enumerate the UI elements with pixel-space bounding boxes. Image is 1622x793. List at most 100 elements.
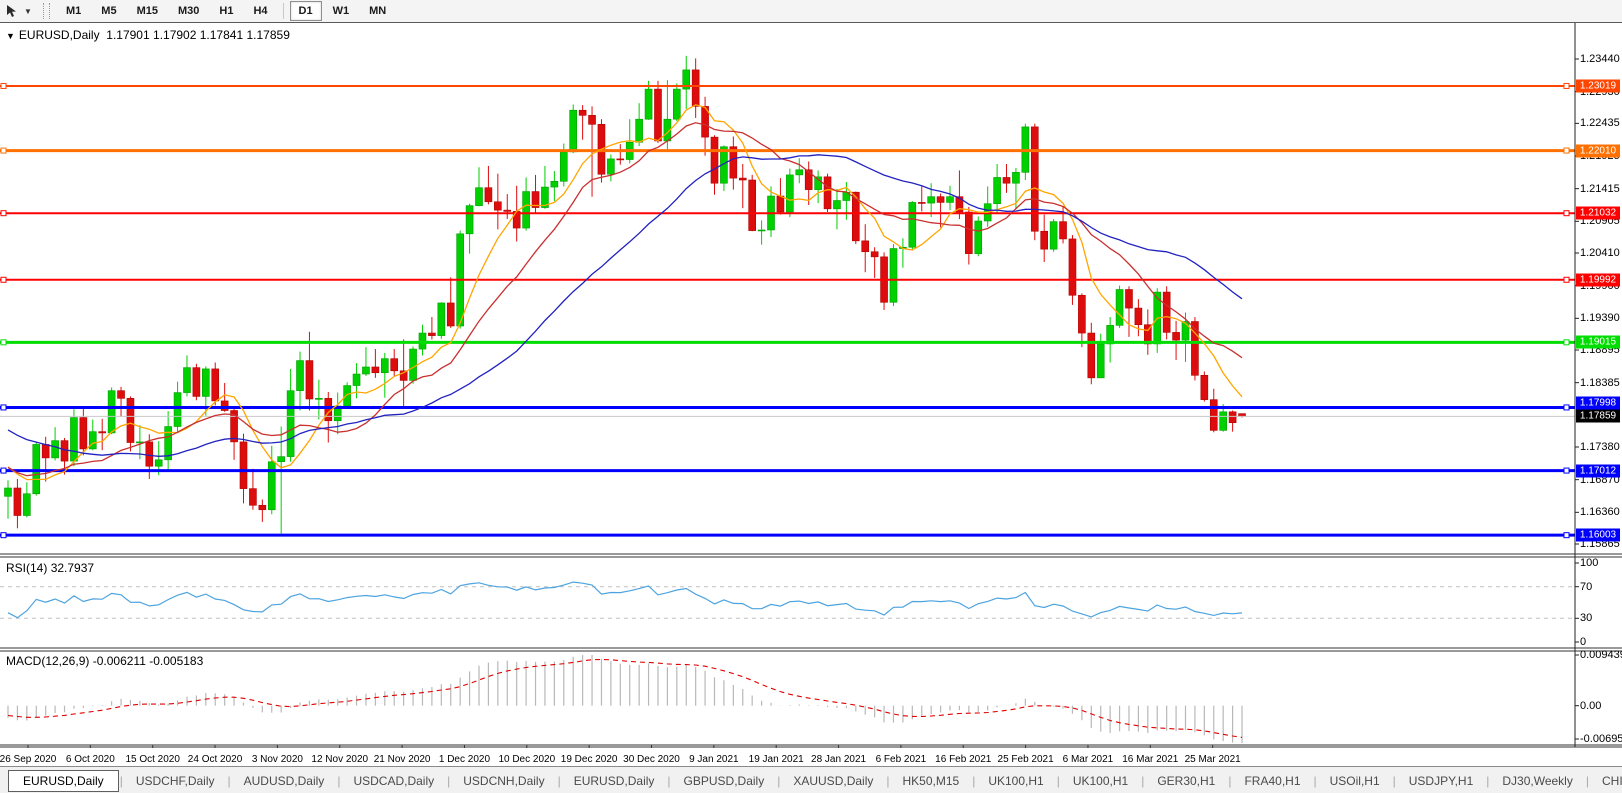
line-handle[interactable] [1,148,6,153]
candle [1201,375,1208,399]
candle [692,70,699,106]
candle [428,333,435,336]
date-tick-label: 6 Feb 2021 [876,754,927,765]
line-handle[interactable] [1,533,6,538]
hline-price-badge: 1.22010 [1576,144,1620,157]
line-handle[interactable] [1,340,6,345]
line-handle[interactable] [1564,533,1569,538]
price-tick-label: 1.23440 [1580,53,1620,65]
tab-usdchf-daily[interactable]: USDCHF,Daily [124,771,227,791]
line-handle[interactable] [1,405,6,410]
price-tick-label: 1.19390 [1580,312,1620,324]
candle [579,110,586,115]
date-tick-label: 6 Oct 2020 [66,754,115,765]
candle [1135,308,1142,325]
line-handle[interactable] [1,277,6,282]
tab-hk50-m15[interactable]: HK50,M15 [890,771,971,791]
line-handle[interactable] [1564,468,1569,473]
candle [23,494,30,516]
price-tick-label: 1.20410 [1580,247,1620,259]
tab-gbpusd-daily[interactable]: GBPUSD,Daily [672,771,777,791]
candle [240,442,247,489]
hline-price-badge: 1.23019 [1576,79,1620,92]
tab-uk100-h1[interactable]: UK100,H1 [1061,771,1140,791]
candle [871,252,878,257]
candle [494,202,501,210]
timeframe-button-m30[interactable]: M30 [169,1,208,21]
candle [259,505,266,509]
candle [466,206,473,234]
price-tick-label: 1.17380 [1580,441,1620,453]
tab-usdcnh-daily[interactable]: USDCNH,Daily [451,771,556,791]
timeframe-button-h4[interactable]: H4 [244,1,276,21]
candle [645,89,652,119]
cursor-tool-icon[interactable] [3,2,21,20]
tab-fra40-h1[interactable]: FRA40,H1 [1232,771,1312,791]
rsi-tick-label: 100 [1580,557,1598,569]
ma-medium-line [8,123,1242,476]
candle [523,192,530,228]
candle [146,442,153,466]
toolbar-grip [43,3,50,19]
timeframe-button-m15[interactable]: M15 [128,1,167,21]
line-handle[interactable] [1,211,6,216]
line-handle[interactable] [1564,83,1569,88]
line-handle[interactable] [1564,340,1569,345]
chart-plot-area[interactable] [0,23,1622,748]
timeframe-button-d1[interactable]: D1 [290,1,322,21]
tab-audusd-daily[interactable]: AUDUSD,Daily [232,771,337,791]
line-handle[interactable] [1564,405,1569,410]
tab-usoil-h1[interactable]: USOil,H1 [1318,771,1392,791]
bar-high-value: 1.17902 [153,28,196,42]
line-handle[interactable] [1564,148,1569,153]
tab-separator: | [1141,774,1144,788]
timeframe-button-m1[interactable]: M1 [57,1,90,21]
toolbar-dropdown-icon[interactable]: ▼ [21,7,35,16]
candle [70,418,77,462]
chart-title: ▼EURUSD,Daily 1.17901 1.17902 1.17841 1.… [6,28,290,42]
candle [108,391,115,433]
line-handle[interactable] [1564,277,1569,282]
date-tick-label: 6 Mar 2021 [1063,754,1114,765]
tab-separator: | [1228,774,1231,788]
tab-eurusd-daily[interactable]: EURUSD,Daily [8,770,119,792]
tab-uk100-h1[interactable]: UK100,H1 [976,771,1055,791]
candle [155,460,162,466]
candle [777,196,784,212]
date-tick-label: 25 Feb 2021 [998,754,1054,765]
candle [183,368,190,393]
candle [1031,127,1038,231]
candle [796,170,803,175]
timeframe-button-w1[interactable]: W1 [324,1,359,21]
candle [14,488,21,516]
rsi-line [8,582,1242,618]
tab-xauusd-daily[interactable]: XAUUSD,Daily [781,771,885,791]
tab-ger30-h1[interactable]: GER30,H1 [1145,771,1227,791]
candle [1041,231,1048,249]
tab-eurusd-daily[interactable]: EURUSD,Daily [562,771,667,791]
timeframe-button-m5[interactable]: M5 [92,1,125,21]
macd-tick-label: -0.006956 [1580,733,1622,745]
candle [1060,222,1067,239]
tab-china300-h1[interactable]: CHINA300,H1 [1590,771,1622,791]
line-handle[interactable] [1,468,6,473]
rsi-value: 32.7937 [51,561,94,575]
tab-usdjpy-h1[interactable]: USDJPY,H1 [1397,771,1485,791]
line-handle[interactable] [1564,211,1569,216]
tab-separator: | [667,774,670,788]
candle [99,432,106,433]
timeframe-button-h1[interactable]: H1 [210,1,242,21]
tab-dj30-weekly[interactable]: DJ30,Weekly [1490,771,1584,791]
tab-separator: | [886,774,889,788]
chart-symbol-caret-icon[interactable]: ▼ [6,31,15,41]
macd-tick-label: 0.009439 [1580,649,1622,661]
tab-usdcad-daily[interactable]: USDCAD,Daily [341,771,446,791]
line-handle[interactable] [1,83,6,88]
timeframe-button-mn[interactable]: MN [360,1,395,21]
date-tick-label: 26 Sep 2020 [0,754,56,765]
date-tick-label: 21 Nov 2020 [374,754,431,765]
bar-low-value: 1.17841 [200,28,243,42]
candle [362,367,369,374]
candle [1182,322,1189,341]
candle [202,369,209,397]
